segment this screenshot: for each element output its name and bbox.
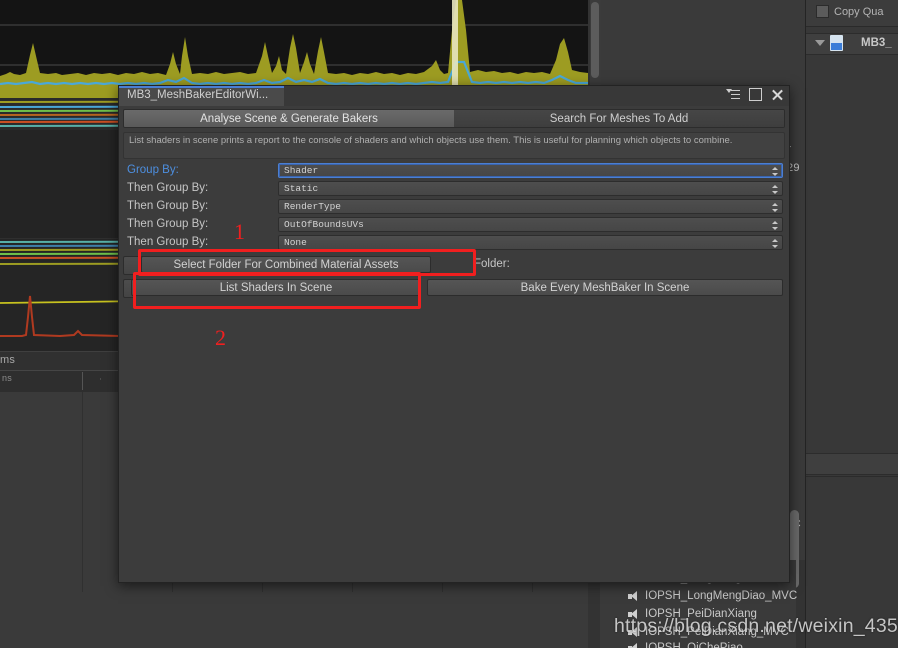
mode-tabbar: Analyse Scene & Generate Bakers Search F… [123,109,785,128]
copy-quality-checkbox[interactable] [816,5,829,18]
chevron-updown-icon [771,220,778,231]
component-title-1: MB3_ [861,37,892,49]
then-group-by-label: Then Group By: [127,236,209,248]
then-group-by-label: Then Group By: [127,200,209,212]
then-group-by-dropdown-3[interactable]: OutOfBoundsUVs [278,217,783,232]
watermark: https://blog.csdn.net/weixin_43511871 [614,615,898,637]
copy-quality-row[interactable]: Copy Qua [816,5,884,18]
grid-line [82,392,83,592]
group-by-value: Shader [284,165,319,176]
profiler-scrollbar-thumb[interactable] [591,2,599,78]
inspector-panel: Copy Qua MB3_ Instructions: Log Level Ob… [805,0,898,648]
tab-analyse-scene-label: Analyse Scene & Generate Bakers [200,112,378,125]
group-by-row-1: Then Group By: Static [123,181,783,197]
screenshot-root: ms ns 29 IOPSH_LongMengDiao_MVC IOPSH_Pe… [0,0,898,648]
window-controls [726,88,783,101]
group-by-row-4: Then Group By: None [123,235,783,251]
then-group-by-value-4: None [284,237,307,248]
window-titlebar[interactable]: MB3_MeshBakerEditorWi... [119,86,789,106]
copy-quality-label: Copy Qua [834,5,884,18]
chevron-updown-icon [771,238,778,249]
menu-icon[interactable] [726,88,740,101]
then-group-by-value-3: OutOfBoundsUVs [284,219,364,230]
timeline-tick-minor [100,378,101,380]
list-item[interactable]: IOPSH_QiChePiao [628,642,743,648]
list-item[interactable]: IOPSH_LongMengDiao_MVC [628,590,797,602]
window-body: Analyse Scene & Generate Bakers Search F… [119,106,789,582]
tab-search-meshes-label: Search For Meshes To Add [549,112,689,125]
then-group-by-label: Then Group By: [127,182,209,194]
then-group-by-dropdown-2[interactable]: RenderType [278,199,783,214]
bake-every-meshbaker-button[interactable]: Bake Every MeshBaker In Scene [427,279,783,296]
csharp-script-icon [830,35,843,51]
divider [806,476,898,477]
audio-clip-icon [628,642,640,648]
timeline-tick-major [82,372,83,390]
group-by-label: Group By: [127,164,179,176]
list-item-label: IOPSH_LongMengDiao_MVC [645,590,798,602]
folder-label: Folder: [474,258,510,270]
list-shaders-button[interactable]: List Shaders In Scene [131,279,421,296]
help-note-box: List shaders in scene prints a report to… [123,132,785,159]
chevron-updown-icon [771,166,778,177]
mb3-mesh-baker-window[interactable]: MB3_MeshBakerEditorWi... Analyse Scene &… [118,85,790,583]
component-header-2[interactable] [806,453,898,475]
tab-analyse-scene[interactable]: Analyse Scene & Generate Bakers [124,110,454,127]
group-by-row-3: Then Group By: OutOfBoundsUVs [123,217,783,233]
window-title: MB3_MeshBakerEditorWi... [127,89,269,101]
then-group-by-value-1: Static [284,183,319,194]
select-folder-button[interactable]: Select Folder For Combined Material Asse… [141,256,431,273]
chevron-down-icon[interactable] [815,40,825,46]
tab-search-meshes[interactable]: Search For Meshes To Add [454,110,784,127]
then-group-by-value-2: RenderType [284,201,342,212]
chevron-updown-icon [771,184,778,195]
then-group-by-dropdown-4[interactable]: None [278,235,783,250]
help-note-text: List shaders in scene prints a report to… [129,135,733,146]
profiler-ms-axis-label: ns [2,373,12,383]
then-group-by-label: Then Group By: [127,218,209,230]
group-by-row-2: Then Group By: RenderType [123,199,783,215]
bake-every-meshbaker-label: Bake Every MeshBaker In Scene [520,281,690,294]
group-by-dropdown[interactable]: Shader [278,163,783,178]
then-group-by-dropdown-1[interactable]: Static [278,181,783,196]
list-shaders-label: List Shaders In Scene [219,281,333,294]
list-item-label: IOPSH_QiChePiao [645,642,743,648]
maximize-icon[interactable] [749,88,762,101]
chevron-updown-icon [771,202,778,213]
group-by-row-0: Group By: Shader [123,163,783,179]
audio-clip-icon [628,590,640,602]
select-folder-label: Select Folder For Combined Material Asse… [173,258,399,271]
profiler-chart-cpu[interactable] [0,0,588,98]
close-icon[interactable] [771,89,783,101]
profiler-ms-label: ms [0,354,16,366]
